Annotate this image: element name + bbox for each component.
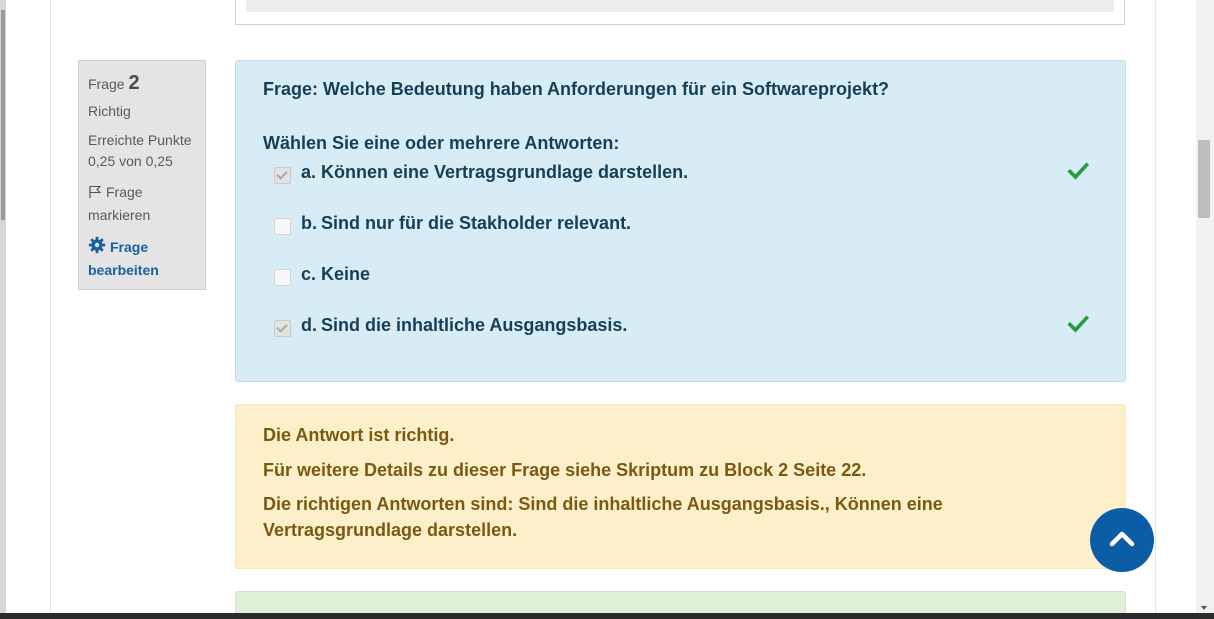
- answer-checkbox[interactable]: [274, 218, 291, 235]
- answer-option-a[interactable]: a. Können eine Vertragsgrundlage darstel…: [274, 162, 1094, 192]
- check-icon: [1067, 313, 1090, 340]
- answer-letter: c.: [301, 264, 317, 284]
- answer-letter: b.: [301, 213, 317, 233]
- edit-question-link[interactable]: Frage bearbeiten: [88, 236, 199, 281]
- answer-letter: a.: [301, 162, 317, 182]
- answer-option-c[interactable]: c. Keine: [274, 264, 1094, 294]
- question-number: 2: [128, 72, 140, 94]
- question-status: Richtig: [88, 103, 131, 119]
- scrollbar-thumb[interactable]: [1198, 140, 1210, 218]
- answer-letter: d.: [301, 315, 317, 335]
- page-scrollbar[interactable]: [1196, 0, 1214, 613]
- points-value: 0,25 von 0,25: [88, 153, 173, 169]
- previous-question-panel: [235, 0, 1125, 25]
- back-to-top-button[interactable]: [1090, 508, 1154, 572]
- chevron-up-icon: [1109, 529, 1135, 552]
- answer-checkbox[interactable]: [274, 167, 291, 184]
- points-label: Erreichte Punkte: [88, 132, 192, 148]
- browser-viewport: Frage 2 Richtig Erreichte Punkte 0,25 vo…: [0, 0, 1214, 613]
- answer-checkbox[interactable]: [274, 269, 291, 286]
- gear-icon: [88, 236, 106, 260]
- left-scrollbar-thumb[interactable]: [1, 10, 5, 220]
- question-label: Frage: [88, 76, 125, 92]
- answer-option-b[interactable]: b. Sind nur für die Stakholder relevant.: [274, 213, 1094, 243]
- question-number-line: Frage 2: [88, 73, 199, 95]
- answer-text: Sind nur für die Stakholder relevant.: [321, 213, 632, 233]
- scroll-down-arrow-icon[interactable]: [1201, 606, 1207, 610]
- flag-question-link[interactable]: Frage markieren: [88, 182, 199, 226]
- question-text: Frage: Welche Bedeutung haben Anforderun…: [263, 79, 890, 99]
- answer-text: Keine: [321, 264, 371, 284]
- check-icon: [1067, 160, 1090, 187]
- next-question-panel: [235, 591, 1126, 613]
- answer-checkbox[interactable]: [274, 320, 291, 337]
- feedback-correct-answers: Die richtigen Antworten sind: Sind die i…: [263, 494, 943, 540]
- question-info: Frage 2 Richtig Erreichte Punkte 0,25 vo…: [78, 60, 206, 290]
- answer-text: Können eine Vertragsgrundlage darstellen…: [321, 162, 689, 182]
- flag-icon: [88, 184, 102, 205]
- feedback-panel: Die Antwort ist richtig. Für weitere Det…: [235, 404, 1126, 569]
- feedback-result: Die Antwort ist richtig.: [263, 425, 455, 445]
- left-scrollbar[interactable]: [0, 0, 6, 613]
- window-bottom-edge: [0, 613, 1214, 619]
- previous-panel-content: [246, 0, 1114, 12]
- question-panel: Frage: Welche Bedeutung haben Anforderun…: [235, 60, 1126, 382]
- answer-text: Sind die inhaltliche Ausgangsbasis.: [321, 315, 628, 335]
- answer-option-d[interactable]: d. Sind die inhaltliche Ausgangsbasis.: [274, 315, 1094, 345]
- feedback-details: Für weitere Details zu dieser Frage sieh…: [263, 460, 867, 480]
- answer-prompt: Wählen Sie eine oder mehrere Antworten:: [263, 133, 620, 153]
